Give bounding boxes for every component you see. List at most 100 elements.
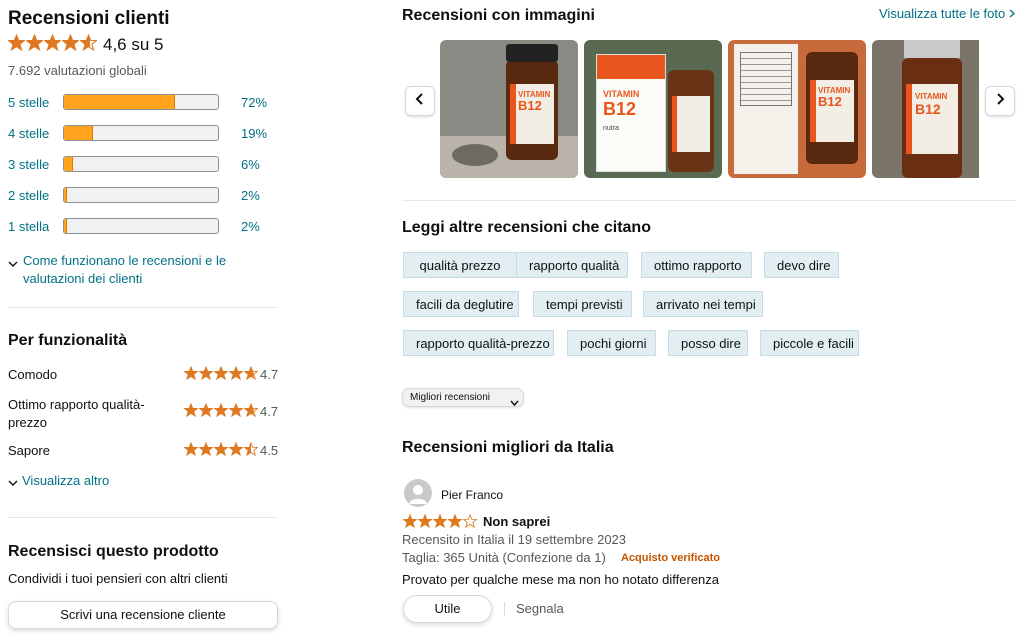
review-author[interactable]: Pier Franco [441, 488, 503, 502]
top-reviews-title: Recensioni migliori da Italia [402, 439, 614, 456]
average-star-rating[interactable] [8, 34, 98, 52]
star-icon [418, 514, 432, 528]
feature-rating-value: 4.7 [260, 404, 279, 419]
review-headline[interactable]: Non saprei [483, 514, 550, 529]
chevron-down-icon [8, 476, 18, 491]
histogram-bar[interactable] [63, 218, 219, 234]
histogram-row-label[interactable]: 3 stelle [8, 157, 49, 172]
histogram-row-percent[interactable]: 2% [241, 219, 260, 234]
bottle-cap [904, 40, 960, 60]
review-star-rating[interactable] [403, 514, 478, 530]
see-all-photos-link[interactable]: Visualizza tutte le foto [879, 6, 1016, 21]
write-review-button[interactable]: Scrivi una recensione cliente [8, 601, 278, 629]
report-link[interactable]: Segnala [516, 601, 564, 616]
see-all-photos-label[interactable]: Visualizza tutte le foto [879, 6, 1005, 21]
mention-chip[interactable]: rapporto qualità-prezzo [403, 330, 554, 356]
star-icon [80, 34, 97, 51]
mention-chip[interactable]: qualità prezzo [403, 252, 517, 278]
review-photo[interactable]: VITAMIN B12 [440, 40, 578, 178]
histogram-row-label[interactable]: 4 stelle [8, 126, 49, 141]
star-icon [8, 34, 25, 51]
nutrition-table [740, 52, 792, 106]
star-icon [244, 403, 258, 417]
star-icon [184, 366, 198, 380]
mention-chip[interactable]: ottimo rapporto [641, 252, 752, 278]
feature-name: Sapore [8, 443, 50, 458]
histogram-row-percent[interactable]: 72% [241, 95, 267, 110]
sort-select[interactable]: Migliori recensioni [402, 388, 524, 407]
histogram-bar-fill [64, 157, 74, 171]
review-photo[interactable]: VITAMIN B12 [872, 40, 979, 178]
review-photo[interactable]: VITAMIN B12 [728, 40, 866, 178]
histogram-row-percent[interactable]: 2% [241, 188, 260, 203]
histogram-bar[interactable] [63, 156, 219, 172]
star-icon [463, 514, 477, 528]
chevron-down-icon [510, 394, 519, 412]
average-rating-text: 4,6 su 5 [103, 35, 164, 54]
review-photo[interactable]: VITAMIN B12 nutra [584, 40, 722, 178]
histogram-row-label[interactable]: 5 stelle [8, 95, 49, 110]
box-side [734, 44, 798, 174]
review-variant: Taglia: 365 Unità (Confezione da 1) [402, 550, 606, 565]
box-text-line2: B12 [603, 99, 637, 119]
star-icon [229, 403, 243, 417]
box-band [597, 55, 665, 79]
carousel-prev-button[interactable] [405, 86, 435, 116]
feature-name: Comodo [8, 367, 58, 382]
reviews-title: Recensioni clienti [8, 8, 170, 29]
star-icon [433, 514, 447, 528]
star-icon [26, 34, 43, 51]
open-lid [452, 144, 498, 166]
mention-chip[interactable]: pochi giorni [567, 330, 656, 356]
mentions-title: Leggi altre recensioni che citano [402, 219, 651, 236]
star-icon [199, 442, 213, 456]
histogram-bar[interactable] [63, 94, 219, 110]
mention-chip[interactable]: arrivato nei tempi [643, 291, 763, 317]
star-icon [214, 403, 228, 417]
star-icon [199, 403, 213, 417]
chevron-right-icon [995, 92, 1005, 111]
mention-chip[interactable]: devo dire [764, 252, 839, 278]
carousel-next-button[interactable] [985, 86, 1015, 116]
how-reviews-work-link[interactable]: Come funzionano le recensioni e le valut… [23, 252, 238, 288]
divider [402, 200, 1016, 201]
star-icon [403, 514, 417, 528]
chevron-right-icon [1009, 6, 1016, 21]
mention-chip[interactable]: rapporto qualità [516, 252, 628, 278]
user-icon [409, 485, 427, 504]
star-icon [244, 366, 258, 380]
histogram-row-percent[interactable]: 6% [241, 157, 260, 172]
see-more-link[interactable]: Visualizza altro [22, 473, 109, 488]
histogram-row-percent[interactable]: 19% [241, 126, 267, 141]
mention-chip[interactable]: facili da deglutire [403, 291, 519, 317]
histogram-bar-fill [64, 95, 175, 109]
mention-chip[interactable]: piccole e facili [760, 330, 859, 356]
feature-name: Ottimo rapporto qualità-prezzo [8, 397, 145, 430]
bottle-label-line2: B12 [818, 94, 842, 109]
star-icon [448, 514, 462, 528]
histogram-row-label[interactable]: 2 stelle [8, 188, 49, 203]
mention-chip[interactable]: tempi previsti [533, 291, 632, 317]
star-icon [44, 34, 61, 51]
helpful-button[interactable]: Utile [403, 595, 492, 623]
histogram-bar[interactable] [63, 187, 219, 203]
histogram-bar-fill [64, 126, 94, 140]
avatar [404, 479, 432, 507]
chevron-left-icon [415, 92, 425, 111]
bottle-label: VITAMIN B12 [810, 80, 854, 142]
star-icon [184, 442, 198, 456]
review-product-title: Recensisci questo prodotto [8, 543, 219, 560]
histogram-row-label[interactable]: 1 stella [8, 219, 49, 234]
histogram-bar[interactable] [63, 125, 219, 141]
box-brand: nutra [603, 125, 619, 132]
divider [8, 307, 278, 308]
verified-purchase-badge: Acquisto verificato [621, 552, 721, 564]
review-date: Recensito in Italia il 19 settembre 2023 [402, 532, 627, 547]
star-icon [184, 403, 198, 417]
star-icon [214, 366, 228, 380]
feature-star-rating [184, 366, 259, 382]
mention-chip[interactable]: posso dire [668, 330, 748, 356]
features-title: Per funzionalità [8, 332, 128, 349]
histogram-bar-fill [64, 188, 68, 202]
global-ratings-count: 7.692 valutazioni globali [8, 63, 147, 78]
